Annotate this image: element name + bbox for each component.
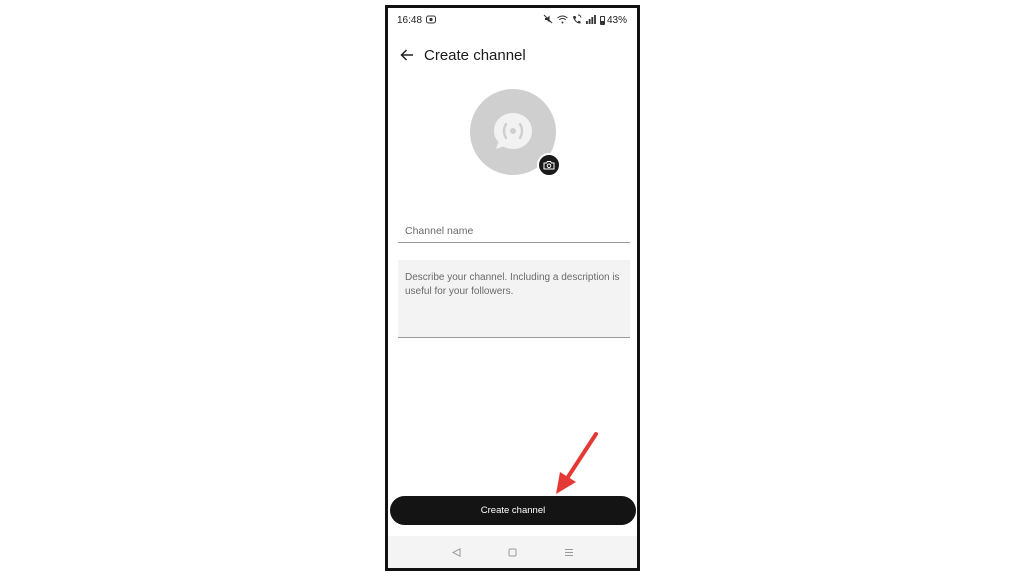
notification-icon (426, 15, 437, 26)
back-button[interactable] (390, 40, 424, 70)
channel-name-input[interactable] (398, 213, 630, 243)
recents-menu-icon (564, 548, 573, 556)
battery-icon (599, 15, 605, 25)
create-channel-button[interactable]: Create channel (390, 496, 636, 525)
status-bar: 16:48 43% (388, 8, 637, 32)
battery-percent: 43% (606, 14, 627, 26)
home-square-icon (508, 548, 517, 556)
nav-home-button[interactable] (502, 542, 522, 562)
nav-back-button[interactable] (446, 542, 466, 562)
battery-fill (600, 20, 604, 24)
nav-recents-button[interactable] (559, 542, 579, 562)
battery-indicator: 43% (599, 14, 627, 26)
camera-icon (543, 161, 555, 170)
red-arrow-annotation (556, 432, 598, 494)
mute-icon (543, 14, 553, 26)
channel-broadcast-icon (494, 113, 532, 149)
wifi-icon (557, 15, 568, 26)
system-nav-bar (388, 536, 637, 568)
page-title: Create channel (424, 46, 526, 64)
arrow-left-icon (400, 49, 413, 61)
back-triangle-icon (451, 547, 461, 557)
status-left: 16:48 (397, 14, 437, 26)
wifi-calling-icon (572, 14, 582, 26)
status-time: 16:48 (397, 14, 423, 26)
top-app-bar: Create channel (388, 40, 637, 70)
signal-icon (585, 14, 596, 26)
channel-description-input[interactable] (398, 260, 630, 338)
change-photo-button[interactable] (537, 153, 561, 177)
channel-avatar-container (470, 89, 561, 179)
status-right: 43% (543, 14, 627, 26)
